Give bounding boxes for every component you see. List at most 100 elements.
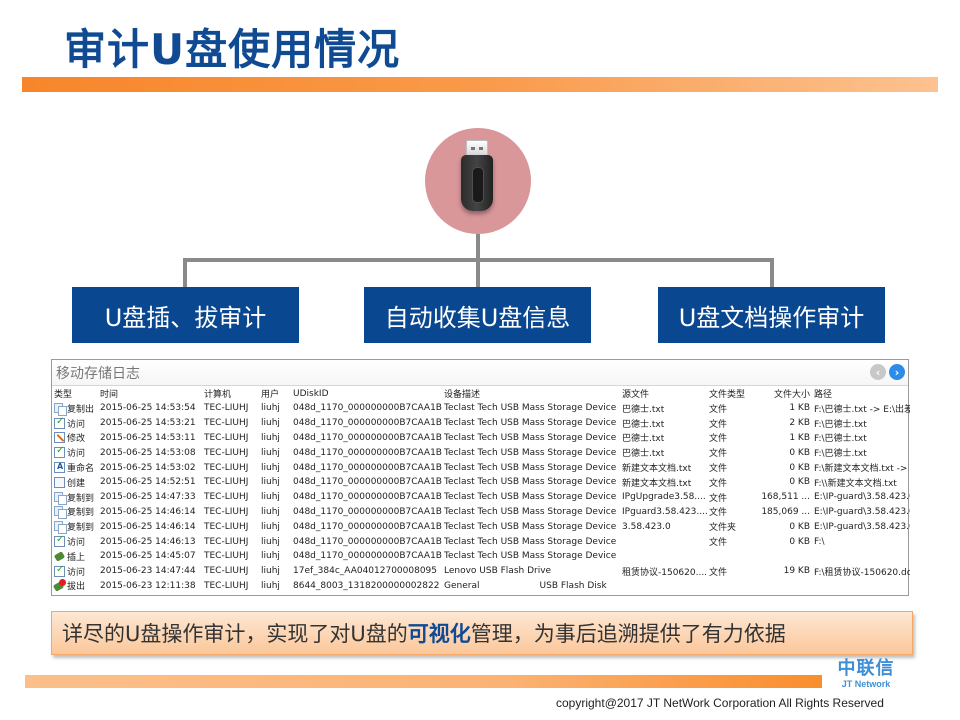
usb-body [461, 155, 493, 211]
cell-udisk-id: 048d_1170_000000000B7CAA1B [293, 447, 442, 458]
log-table-row[interactable]: 复制到 2015-06-25 14:47:33 TEC-LIUHJ liuhj 048d… [52, 490, 910, 505]
summary-callout: 详尽的U盘操作审计，实现了对U盘的 可视化 管理，为事后追溯提供了有力依据 [51, 611, 913, 655]
log-table-row[interactable]: 访问 2015-06-23 14:47:44 TEC-LIUHJ liuhj 17ef_… [52, 564, 910, 579]
type-cell-content: 访问 [54, 445, 96, 459]
cell-source-file: 巴德士.txt [622, 404, 665, 415]
cell-type: 拔出 [52, 579, 98, 594]
cell-time: 2015-06-25 14:53:02 [100, 462, 196, 473]
log-table-row[interactable]: 插上 2015-06-25 14:45:07 TEC-LIUHJ liuhj 048d_… [52, 549, 910, 564]
cell-user: liuhj [261, 447, 280, 458]
log-table-row[interactable]: 复制到 2015-06-25 14:46:14 TEC-LIUHJ liuhj 048d… [52, 519, 910, 535]
type-cell-content: 修改 [54, 431, 96, 444]
type-label: 访问 [67, 567, 86, 578]
copy-icon [54, 402, 67, 416]
type-label: 复制到 [67, 508, 95, 519]
cell-file-type: 文件 [709, 464, 728, 475]
plugout-icon [54, 579, 66, 591]
copy-icon [54, 506, 67, 520]
cell-file-type [707, 549, 757, 564]
cell-source-file: IPgUpgrade3.58.... [622, 492, 706, 503]
cell-source-file: 巴德士.txt [622, 434, 665, 445]
rename-icon [54, 462, 65, 474]
log-table-row[interactable]: 访问 2015-06-25 14:53:08 TEC-LIUHJ liuhj 048d_… [52, 445, 910, 460]
cell-computer: TEC-LIUHJ [204, 566, 249, 577]
type-label: 创建 [67, 478, 86, 489]
cell-user: liuhj [261, 477, 280, 488]
log-table-row[interactable]: 重命名 2015-06-25 14:53:02 TEC-LIUHJ liuhj 048d… [52, 460, 910, 475]
column-header-file-size[interactable]: 文件大小 [757, 386, 812, 401]
cell-file-size: 0 KB [789, 521, 810, 532]
edit-icon [54, 432, 65, 444]
log-table-row[interactable]: 修改 2015-06-25 14:53:11 TEC-LIUHJ liuhj 048d_… [52, 431, 910, 446]
cell-user: liuhj [261, 566, 280, 577]
cell-file-size: 0 KB [789, 477, 810, 488]
type-label: 重命名 [67, 464, 95, 475]
cell-user: liuhj [261, 536, 280, 547]
cell-udisk-id: 048d_1170_000000000B7CAA1B [293, 506, 442, 517]
cell-type: 创建 [52, 475, 98, 490]
column-header-type[interactable]: 类型 [52, 386, 98, 401]
cell-udisk-id: 048d_1170_000000000B7CAA1B [293, 492, 442, 503]
connector-left-drop [183, 258, 187, 287]
log-table-row[interactable]: 创建 2015-06-25 14:52:51 TEC-LIUHJ liuhj 048d_… [52, 475, 910, 490]
column-header-udisk-id[interactable]: UDiskID [291, 386, 442, 401]
column-header-time[interactable]: 时间 [98, 386, 202, 401]
column-header-source-file[interactable]: 源文件 [620, 386, 707, 401]
cell-file-size: 19 KB [783, 566, 810, 577]
cell-udisk-id: 048d_1170_000000000B7CAA1B [293, 462, 442, 473]
cell-path: F:\巴德士.txt [814, 419, 867, 430]
column-header-user[interactable]: 用户 [259, 386, 291, 401]
cell-udisk-id: 048d_1170_000000000B7CAA1B [293, 418, 442, 429]
cell-computer: TEC-LIUHJ [204, 536, 249, 547]
cell-computer: TEC-LIUHJ [204, 521, 249, 532]
cell-file-type: 文件 [709, 404, 728, 415]
cell-source-file [620, 549, 707, 564]
cell-computer: TEC-LIUHJ [204, 492, 249, 503]
cell-user: liuhj [261, 462, 280, 473]
cell-file-size: 0 KB [789, 462, 810, 473]
cell-type: 访问 [52, 416, 98, 431]
cell-type: 复制到 [52, 490, 98, 505]
arrow-right-icon[interactable]: › [889, 364, 905, 380]
cell-file-type: 文件 [709, 419, 728, 430]
cell-source-file: 新建文本文档.txt [622, 478, 692, 489]
cell-computer: TEC-LIUHJ [204, 403, 249, 414]
log-table-row[interactable]: 复制出 2015-06-25 14:53:54 TEC-LIUHJ liuhj 048d… [52, 401, 910, 416]
cell-computer: TEC-LIUHJ [204, 447, 249, 458]
type-label: 插上 [67, 552, 86, 563]
type-label: 访问 [67, 419, 86, 430]
type-label: 访问 [67, 538, 86, 549]
column-header-file-type[interactable]: 文件类型 [707, 386, 757, 401]
cell-path: E:\IP-guard\3.58.423.0\ [814, 506, 910, 517]
cell-computer: TEC-LIUHJ [204, 477, 249, 488]
cell-path: F:\租赁协议-150620.doc [814, 567, 910, 578]
column-header-computer[interactable]: 计算机 [202, 386, 259, 401]
cell-user: liuhj [261, 492, 280, 503]
type-cell-content: 复制到 [54, 491, 96, 505]
cell-device: Teclast Tech USB Mass Storage Device [444, 492, 617, 503]
log-table-row[interactable]: 拔出 2015-06-23 12:11:38 TEC-LIUHJ liuhj 8644_… [52, 579, 910, 594]
log-table-row[interactable]: 访问 2015-06-25 14:53:21 TEC-LIUHJ liuhj 048d_… [52, 416, 910, 431]
cell-computer: TEC-LIUHJ [204, 506, 249, 517]
cell-file-size [757, 579, 812, 594]
cell-source-file [620, 579, 707, 594]
cell-file-type: 文件 [709, 493, 728, 504]
type-cell-content: 拔出 [54, 579, 96, 592]
cell-time: 2015-06-25 14:53:54 [100, 403, 196, 414]
log-table-row[interactable]: 访问 2015-06-25 14:46:13 TEC-LIUHJ liuhj 048d_… [52, 534, 910, 549]
connector-right-drop [770, 258, 774, 287]
cell-time: 2015-06-25 14:53:21 [100, 418, 196, 429]
type-cell-content: 访问 [54, 534, 96, 549]
column-header-path[interactable]: 路径 [812, 386, 910, 401]
cell-source-file: 巴德士.txt [622, 449, 665, 460]
type-label: 修改 [67, 434, 86, 445]
cell-source-file: IPguard3.58.423.... [622, 506, 707, 517]
log-table-row[interactable]: 复制到 2015-06-25 14:46:14 TEC-LIUHJ liuhj 048d… [52, 505, 910, 520]
cell-udisk-id: 048d_1170_000000000B7CAA1B [293, 477, 442, 488]
log-table-body: 复制出 2015-06-25 14:53:54 TEC-LIUHJ liuhj 048d… [52, 401, 910, 593]
arrow-left-icon[interactable]: ‹ [870, 364, 886, 380]
cell-file-size: 0 KB [789, 536, 810, 547]
usb-plug [466, 140, 488, 156]
cell-computer: TEC-LIUHJ [204, 432, 249, 443]
column-header-device[interactable]: 设备描述 [442, 386, 620, 401]
